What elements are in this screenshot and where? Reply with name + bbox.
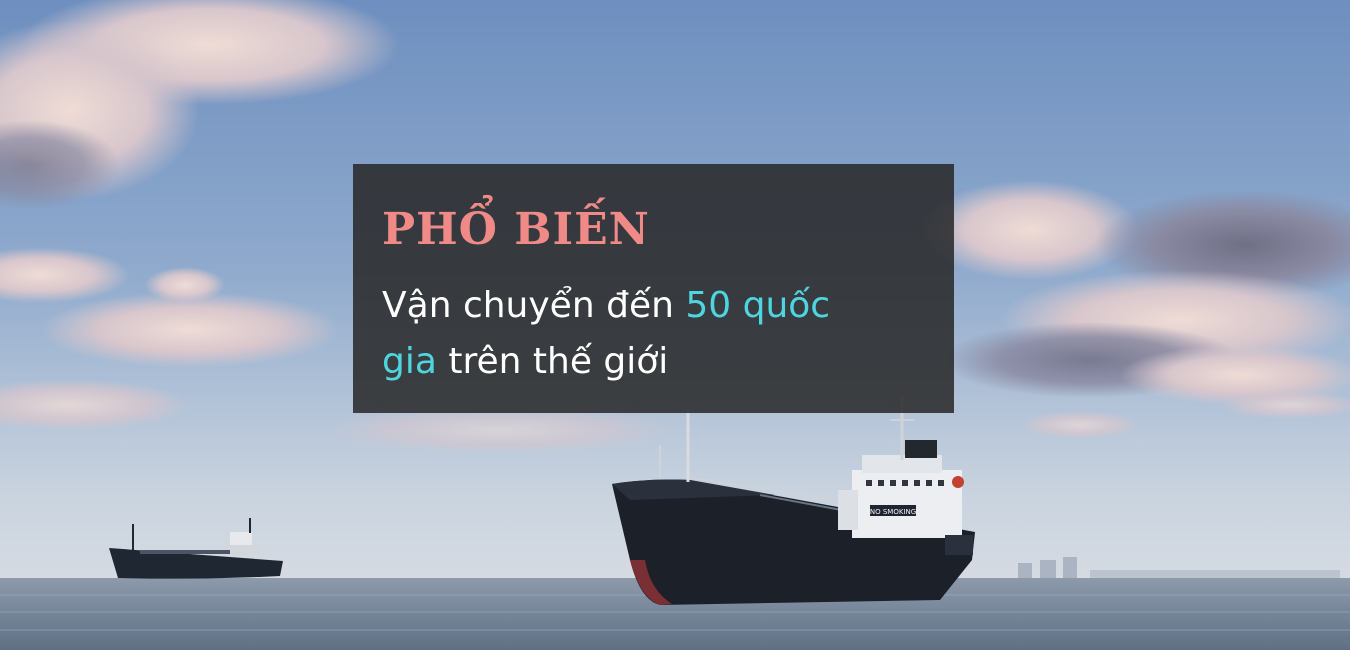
no-smoking-sign: NO SMOKING: [870, 508, 916, 516]
headline: PHỔ BIẾN: [382, 204, 650, 255]
highlight-gia: gia: [382, 341, 437, 382]
body-text: Vận chuyển đến 50 quốc gia trên thế giới: [382, 278, 942, 390]
highlight-50-countries: 50 quốc: [685, 285, 831, 326]
body-part-2: trên thế giới: [436, 341, 669, 382]
promo-card: PHỔ BIẾN Vận chuyển đến 50 quốc gia trên …: [353, 164, 954, 413]
body-part-1: Vận chuyển đến: [382, 285, 686, 326]
